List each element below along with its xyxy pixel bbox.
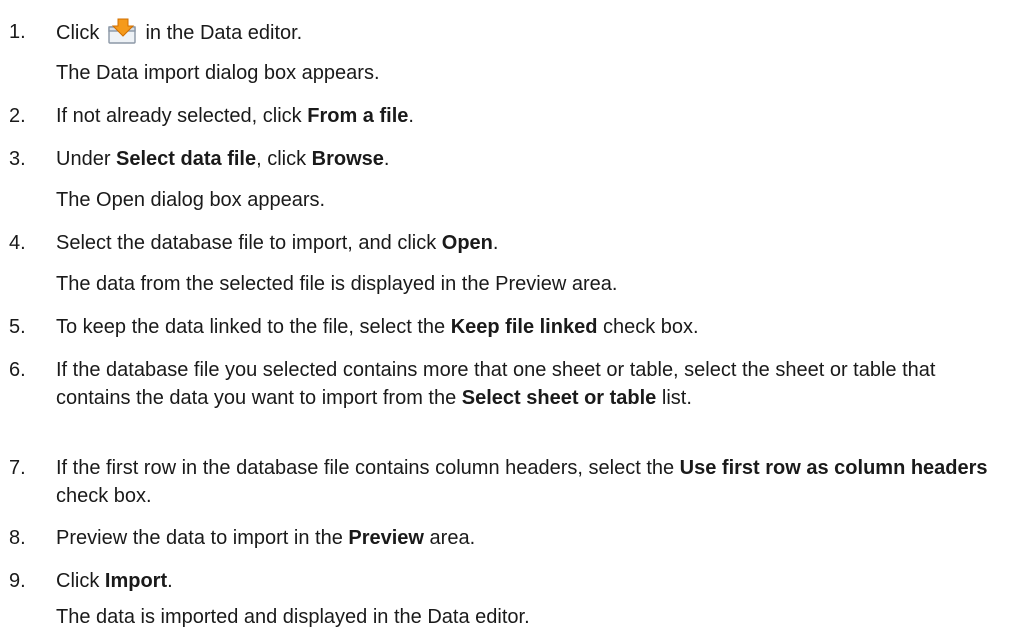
step-text-part: Under [56, 148, 117, 170]
step-text: Preview the data to import in the Previe… [56, 524, 1006, 552]
step-text: To keep the data linked to the file, sel… [56, 313, 1006, 341]
step-text-part: area. [423, 527, 476, 549]
step-number: 4. [9, 232, 26, 254]
step-text-part: . [408, 105, 414, 127]
step-text-part: Preview the data to import in the [56, 527, 349, 549]
instruction-list: 1. Click in the Data editor. The Data im… [0, 0, 1014, 633]
step-text: Select the database file to import, and … [56, 229, 1006, 257]
step-number: 6. [9, 359, 26, 381]
step-1-result: The Data import dialog box appears. [56, 62, 380, 84]
step-number: 9. [9, 570, 26, 592]
step-text-part: check box. [597, 316, 699, 338]
step-number: 1. [9, 21, 26, 43]
step-text-part: Click [56, 570, 105, 592]
ui-term-select-sheet-or-table: Select sheet or table [461, 387, 657, 409]
step-9-result: The data is imported and displayed in th… [56, 606, 530, 628]
step-text-part: Select the database file to import, and … [56, 232, 442, 254]
ui-term-preview: Preview [348, 527, 424, 549]
step-text-part: If not already selected, click [56, 105, 308, 127]
step-number: 2. [9, 105, 26, 127]
step-number: 3. [9, 148, 26, 170]
step-text-part: . [492, 232, 499, 254]
step-3-result: The Open dialog box appears. [56, 189, 326, 211]
step-text-part: . [383, 148, 390, 170]
step-number: 5. [9, 316, 26, 338]
ui-term-select-data-file: Select data file [116, 148, 257, 170]
step-text-part: in the Data editor. [145, 22, 303, 44]
step-number: 8. [9, 527, 26, 549]
step-text-part: If the first row in the database file co… [56, 457, 680, 479]
ui-term-keep-file-linked: Keep file linked [450, 316, 598, 338]
step-text-part: check box. [56, 485, 152, 507]
import-data-icon [108, 18, 138, 44]
step-text-part: , click [256, 148, 312, 170]
step-text: Under Select data file, click Browse. [56, 145, 1006, 173]
step-text-part: To keep the data linked to the file, sel… [56, 316, 451, 338]
step-number: 7. [9, 457, 26, 479]
ui-term-open: Open [441, 232, 493, 254]
step-text-part: list. [656, 387, 692, 409]
step-text: If the first row in the database file co… [56, 454, 1006, 510]
step-text-part: . [167, 570, 173, 592]
step-text: If not already selected, click From a fi… [56, 102, 1006, 130]
step-text: Click Import. [56, 567, 1006, 595]
ui-term-from-a-file: From a file [307, 105, 409, 127]
ui-term-use-first-row: Use first row as column headers [679, 457, 988, 479]
step-text-part: Click [56, 22, 100, 44]
ui-term-browse: Browse [311, 148, 384, 170]
step-4-result: The data from the selected file is displ… [56, 273, 618, 295]
ui-term-import: Import [104, 570, 168, 592]
step-text: If the database file you selected contai… [56, 356, 1006, 412]
step-text: Click in the Data editor. [56, 18, 1006, 47]
